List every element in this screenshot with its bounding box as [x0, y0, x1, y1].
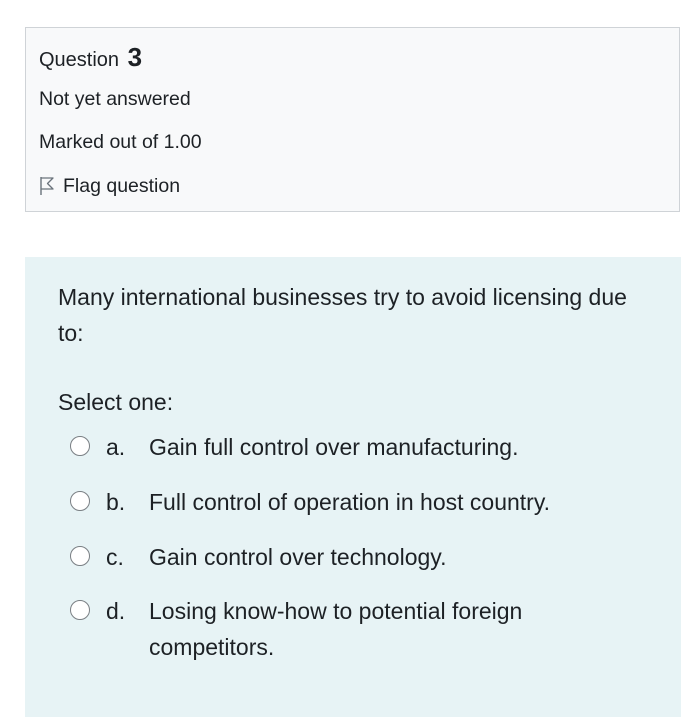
answer-option-b[interactable]: b. Full control of operation in host cou… [70, 484, 619, 520]
option-text: Losing know-how to potential foreign com… [149, 598, 523, 660]
question-label: Question [39, 49, 120, 71]
question-info-panel: Question 3 Not yet answered Marked out o… [25, 27, 680, 212]
answer-option-c[interactable]: c. Gain control over technology. [70, 539, 619, 575]
question-text: Many international businesses try to avo… [58, 284, 627, 346]
radio-button-b[interactable] [70, 491, 90, 511]
answer-option-a[interactable]: a. Gain full control over manufacturing. [70, 429, 619, 465]
radio-button-c[interactable] [70, 546, 90, 566]
option-letter: d. [106, 598, 126, 624]
option-text: Gain full control over manufacturing. [149, 434, 519, 460]
option-text: Full control of operation in host countr… [149, 489, 551, 515]
question-heading: Question 3 [39, 42, 142, 75]
select-one-prompt: Select one: [58, 389, 174, 415]
question-grade: Marked out of 1.00 [39, 131, 202, 153]
option-letter: c. [106, 544, 124, 570]
option-text: Gain control over technology. [149, 544, 447, 570]
option-letter: a. [106, 434, 126, 460]
option-letter: b. [106, 489, 126, 515]
question-content: Many international businesses try to avo… [25, 257, 681, 717]
radio-button-a[interactable] [70, 436, 90, 456]
answer-option-d[interactable]: d. Losing know-how to potential foreign … [70, 593, 619, 665]
radio-button-d[interactable] [70, 600, 90, 620]
flag-question-label: Flag question [63, 175, 181, 197]
flag-question-toggle[interactable]: Flag question [39, 173, 180, 199]
flag-icon [40, 177, 54, 195]
question-state: Not yet answered [39, 88, 191, 110]
question-number: 3 [127, 42, 143, 72]
